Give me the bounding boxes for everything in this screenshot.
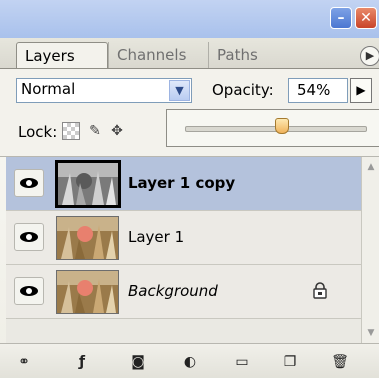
close-icon[interactable]: ✕ [355,7,377,29]
layer-row[interactable]: Background [6,265,361,319]
layer-row[interactable]: Layer 1 [6,211,361,265]
visibility-eye-icon[interactable] [14,277,44,305]
new-group-icon[interactable]: ▭ [232,352,252,372]
layer-name: Background [128,282,218,300]
layer-thumbnail [56,216,119,260]
layer-thumbnail [55,160,121,208]
opacity-label: Opacity: [212,81,274,99]
layers-list: Layer 1 copy Layer 1 Background [6,157,361,343]
layer-mask-icon[interactable]: ◙ [128,352,148,372]
layer-thumbnail [56,270,119,314]
lock-image-pixels-icon[interactable]: ✎ [86,122,104,140]
tab-bar: Layers Channels Paths ▶ [0,38,379,68]
opacity-input[interactable]: 54% [288,78,348,103]
opacity-slider-thumb[interactable] [275,118,290,134]
scroll-down-icon[interactable]: ▼ [363,325,379,341]
layer-style-icon[interactable]: ƒ [72,352,92,372]
lock-label: Lock: [18,123,58,141]
layers-scrollbar[interactable]: ▲ ▼ [361,157,379,343]
delete-layer-icon[interactable]: 🗑 [330,352,350,372]
blend-row: Normal ▼ Opacity: 54% ▶ [0,68,379,109]
layers-panel: – ✕ Layers Channels Paths ▶ Normal ▼ Opa… [0,0,379,378]
tab-layers[interactable]: Layers [16,42,108,68]
visibility-eye-icon[interactable] [14,223,44,251]
blend-mode-value: Normal [21,80,76,98]
lock-transparent-pixels-icon[interactable] [62,122,80,140]
opacity-slider-toggle[interactable]: ▶ [350,78,372,103]
visibility-eye-icon[interactable] [14,169,44,197]
opacity-slider-popup [166,109,379,147]
scroll-up-icon[interactable]: ▲ [363,159,379,175]
title-bar: – ✕ [0,0,379,38]
chevron-down-icon[interactable]: ▼ [169,80,190,101]
tab-paths[interactable]: Paths [208,42,298,68]
tab-channels[interactable]: Channels [108,42,208,68]
lock-position-icon[interactable]: ✥ [108,122,126,140]
layer-row[interactable]: Layer 1 copy [6,157,361,211]
adjustment-layer-icon[interactable]: ◐ [180,352,200,372]
lock-icon [313,282,327,299]
layer-name: Layer 1 [128,228,185,246]
minimize-icon[interactable]: – [330,7,352,29]
panel-menu-icon[interactable]: ▶ [360,46,379,66]
blend-mode-select[interactable]: Normal ▼ [16,78,192,103]
layer-name: Layer 1 copy [128,174,236,192]
new-layer-icon[interactable]: ❐ [280,352,300,372]
bottom-toolbar: ⚭ ƒ ◙ ◐ ▭ ❐ 🗑 [0,343,379,378]
link-layers-icon[interactable]: ⚭ [14,352,34,372]
